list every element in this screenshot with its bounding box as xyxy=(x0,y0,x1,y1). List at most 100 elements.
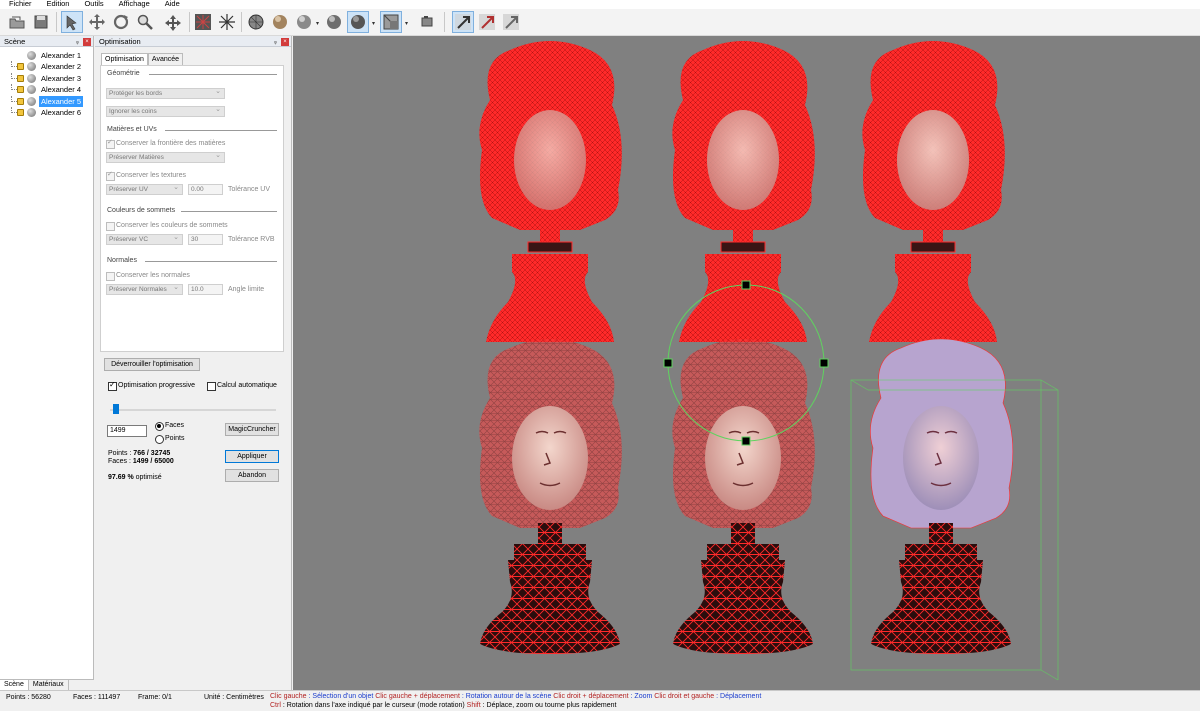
gizmo-handle-top[interactable] xyxy=(741,280,751,290)
magiccruncher-button[interactable]: MagicCruncher xyxy=(225,423,279,436)
open-icon[interactable] xyxy=(6,11,28,33)
select-normal-icon[interactable] xyxy=(452,11,474,33)
optimisation-options: Géométrie Protéger les bords Ignorer les… xyxy=(100,65,284,352)
object-icon xyxy=(27,107,36,117)
preserve-vc-select[interactable]: Préserver VC xyxy=(106,233,183,245)
faces-radio[interactable]: Faces xyxy=(155,421,184,431)
preserve-materials-select[interactable]: Préserver Matières xyxy=(106,151,225,163)
section-matieres: Matières et UVs xyxy=(107,126,157,133)
smooth-shaded-icon[interactable] xyxy=(269,11,291,33)
auto-calc-checkbox[interactable]: Calcul automatique xyxy=(207,381,277,391)
status-bar: Points : 56280 Faces : 111497 Frame: 0/1… xyxy=(0,690,1200,711)
scene-item-5[interactable]: Alexander 5 xyxy=(0,95,93,107)
uv-tolerance-input[interactable]: 0.00 xyxy=(188,184,223,195)
model-alexander-2[interactable] xyxy=(671,40,816,343)
faces-stat: Faces : 1499 / 65000 xyxy=(108,458,174,465)
wireframe-sphere-icon[interactable] xyxy=(192,11,214,33)
pin-icon[interactable]: ᵩ xyxy=(274,36,277,47)
target-value-input[interactable]: 1499 xyxy=(107,425,147,437)
move-icon[interactable] xyxy=(86,11,108,33)
points-stat: Points : 766 / 32745 xyxy=(108,450,171,457)
status-points: Points : 56280 xyxy=(6,694,51,701)
scene-item-3[interactable]: Alexander 3 xyxy=(0,72,93,84)
preserve-normals-select[interactable]: Préserver Normales xyxy=(106,283,183,295)
preserve-uv-select[interactable]: Préserver UV xyxy=(106,183,183,195)
wire-shaded-icon[interactable] xyxy=(245,11,267,33)
select-red-icon[interactable] xyxy=(476,11,498,33)
3d-viewport[interactable] xyxy=(293,36,1200,690)
progressive-checkbox[interactable]: Optimisation progressive xyxy=(108,380,195,391)
pin-icon[interactable]: ᵩ xyxy=(76,36,79,47)
gizmo-handle-bottom[interactable] xyxy=(741,436,751,446)
select-arrow-icon[interactable] xyxy=(61,11,83,33)
protect-borders-select[interactable]: Protéger les bords xyxy=(106,87,225,99)
optimisation-slider-thumb[interactable] xyxy=(113,404,120,414)
pan-icon[interactable] xyxy=(162,11,184,33)
rotate-icon[interactable] xyxy=(110,11,132,33)
lock-icon[interactable] xyxy=(17,63,24,71)
ignore-corners-select[interactable]: Ignorer les coins xyxy=(106,105,225,117)
angle-limit-input[interactable]: 10.0 xyxy=(188,284,223,295)
scene-item-1[interactable]: Alexander 1 xyxy=(0,50,93,61)
gizmo-handle-right[interactable] xyxy=(819,358,829,368)
texture-icon[interactable] xyxy=(380,11,402,33)
apply-button[interactable]: Appliquer xyxy=(225,450,279,463)
status-hint-line-2: Ctrl : Rotation dans l'axe indiqué par l… xyxy=(270,702,617,709)
keep-textures-checkbox[interactable]: Conserver les textures xyxy=(106,170,186,181)
model-alexander-1[interactable] xyxy=(478,40,623,343)
keep-vertex-colors-checkbox[interactable]: Conserver les couleurs de sommets xyxy=(106,221,228,231)
object-icon xyxy=(27,51,36,60)
optimisation-panel-title: Optimisation ᵩ × xyxy=(95,36,291,47)
scene-item-6[interactable]: Alexander 6 xyxy=(0,106,93,118)
model-alexander-5[interactable] xyxy=(671,338,816,655)
optimised-stat: 97.69 % optimisé xyxy=(108,474,162,481)
angle-limit-label: Angle limite xyxy=(228,286,265,293)
scene-item-2[interactable]: Alexander 2 xyxy=(0,61,93,72)
section-geometrie: Géométrie xyxy=(107,70,140,77)
status-unit: Unité : Centimètres xyxy=(204,694,264,701)
section-couleurs: Couleurs de sommets xyxy=(107,207,176,214)
model-alexander-3[interactable] xyxy=(861,40,1006,343)
tab-scene[interactable]: Scène xyxy=(0,680,29,690)
lock-icon[interactable] xyxy=(17,97,24,105)
scene-panel-title: Scène ᵩ × xyxy=(0,36,93,47)
zoom-icon[interactable] xyxy=(134,11,156,33)
close-icon[interactable]: × xyxy=(83,38,91,46)
tab-avancee[interactable]: Avancée xyxy=(147,53,184,65)
scene-tree: Alexander 1 Alexander 2 Alexander 3 Alex… xyxy=(0,47,93,118)
keep-material-border-checkbox[interactable]: Conserver la frontière des matières xyxy=(106,138,225,149)
axis-icon[interactable] xyxy=(216,11,238,33)
keep-normals-checkbox[interactable]: Conserver les normales xyxy=(106,271,190,281)
close-icon[interactable]: × xyxy=(281,38,289,46)
status-faces: Faces : 111497 xyxy=(73,694,121,701)
menu-fichier[interactable]: Fichier xyxy=(0,0,38,9)
model-alexander-4[interactable] xyxy=(478,338,623,655)
unlock-optimisation-button[interactable]: Déverrouiller l'optimisation xyxy=(104,358,200,371)
menu-affichage[interactable]: Affichage xyxy=(110,0,156,9)
viewport-canvas[interactable] xyxy=(293,36,1200,690)
lock-icon[interactable] xyxy=(17,86,24,94)
menu-aide[interactable]: Aide xyxy=(156,0,186,9)
status-frame: Frame: 0/1 xyxy=(138,694,172,701)
lock-icon[interactable] xyxy=(17,108,24,116)
tab-materiaux[interactable]: Matériaux xyxy=(29,680,69,690)
rgb-tolerance-input[interactable]: 30 xyxy=(188,234,223,245)
textured-shaded-icon[interactable] xyxy=(323,11,345,33)
menu-edition[interactable]: Edition xyxy=(38,0,76,9)
gizmo-handle-left[interactable] xyxy=(663,358,673,368)
model-alexander-6[interactable] xyxy=(870,338,1014,654)
shaded-wire-icon[interactable] xyxy=(347,11,369,33)
camera-icon[interactable] xyxy=(416,11,438,33)
toolbar: ▾ ▾ ▾ xyxy=(0,9,1200,36)
optimisation-slider-track[interactable] xyxy=(110,409,276,411)
save-icon[interactable] xyxy=(30,11,52,33)
cancel-button[interactable]: Abandon xyxy=(225,469,279,482)
select-gray-icon[interactable] xyxy=(500,11,522,33)
scene-item-4[interactable]: Alexander 4 xyxy=(0,84,93,95)
points-radio[interactable]: Points xyxy=(155,434,184,444)
flat-shaded-icon[interactable] xyxy=(293,11,315,33)
lock-icon[interactable] xyxy=(17,74,24,82)
object-icon xyxy=(27,96,36,106)
tab-optimisation[interactable]: Optimisation xyxy=(101,53,148,65)
menu-outils[interactable]: Outils xyxy=(75,0,109,9)
